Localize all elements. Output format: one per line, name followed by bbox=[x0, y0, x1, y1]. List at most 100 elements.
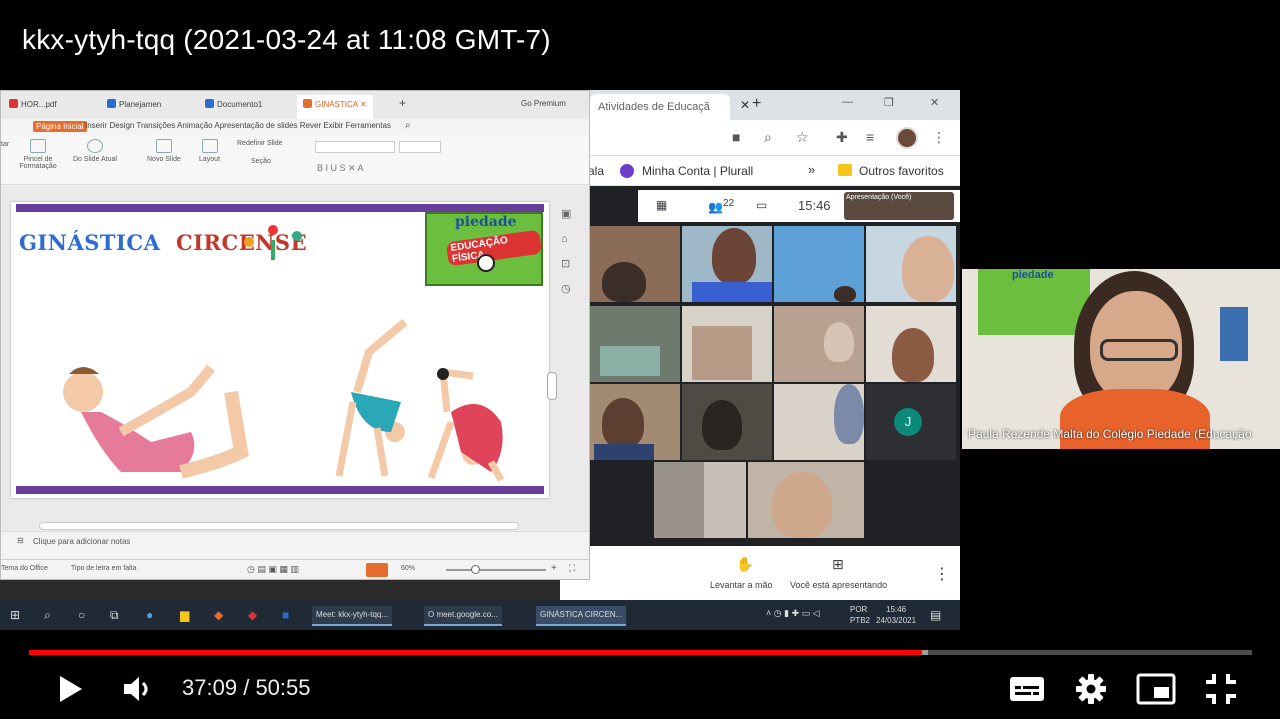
extensions-icon[interactable]: ✚ bbox=[836, 129, 848, 146]
subtitles-icon bbox=[1010, 677, 1044, 701]
tray-icons[interactable]: ˄ ◷ ▮ ✚ ▭ ◁ bbox=[766, 608, 820, 619]
wps-tab-planejamento[interactable]: Planejamen bbox=[107, 99, 161, 109]
format-painter-button[interactable]: Pincel de Formatação bbox=[15, 139, 61, 170]
star-icon[interactable]: ☆ bbox=[796, 129, 809, 146]
subtitles-button[interactable] bbox=[1009, 674, 1045, 704]
search-icon[interactable]: ⌕ bbox=[764, 129, 772, 146]
taskbar-item-wps[interactable]: GINÁSTICA CIRCEN... bbox=[536, 606, 627, 626]
horizontal-scrollbar[interactable] bbox=[39, 522, 519, 530]
bookmark-item[interactable]: Outros favoritos bbox=[859, 164, 944, 178]
windows-start-icon[interactable]: ⊞ bbox=[10, 608, 20, 622]
missing-font-label[interactable]: Tipo de letra em falta bbox=[71, 565, 137, 572]
wps-tab-pdf[interactable]: HOR...pdf bbox=[9, 99, 57, 109]
participant-tile[interactable] bbox=[866, 226, 956, 302]
chat-icon[interactable]: ▭ bbox=[756, 198, 767, 212]
font-name-field[interactable] bbox=[315, 141, 395, 153]
slide-canvas[interactable]: GINÁSTICA CIRCENSE piedade EDUCAÇÃO FÍSI… bbox=[11, 202, 549, 498]
menu-items[interactable]: Inserir Design Transições Animação Apres… bbox=[85, 121, 391, 130]
view-icons[interactable]: ◷ ▤ ▣ ▦ ▥ bbox=[247, 564, 299, 575]
bookmarks-more-icon[interactable]: » bbox=[808, 162, 815, 177]
word-icon[interactable]: ■ bbox=[282, 608, 289, 622]
layout-button[interactable]: Layout bbox=[199, 139, 220, 163]
presenting-label[interactable]: Você está apresentando bbox=[790, 580, 887, 590]
search-icon[interactable]: ⌕ bbox=[44, 608, 51, 623]
pdf-icon[interactable]: ◆ bbox=[248, 608, 257, 622]
progress-bar[interactable] bbox=[29, 650, 1252, 655]
play-button[interactable] bbox=[56, 674, 84, 704]
chrome-tab-meet[interactable]: Atividades de Educaçã bbox=[590, 94, 730, 120]
search-icon[interactable]: ⌕ bbox=[405, 120, 411, 131]
file-explorer-icon[interactable]: ▆ bbox=[180, 608, 189, 622]
wps-tab-ginastica[interactable]: GINÁSTICA ✕ bbox=[297, 95, 373, 119]
participant-tile[interactable] bbox=[774, 306, 864, 382]
go-premium-button[interactable]: Go Premium bbox=[521, 99, 566, 108]
participant-tile[interactable] bbox=[654, 462, 746, 538]
taskbar-clock[interactable]: 15:46 bbox=[886, 605, 906, 614]
input-language[interactable]: POR bbox=[850, 605, 867, 614]
mute-button[interactable] bbox=[122, 674, 154, 704]
participant-tile[interactable]: J bbox=[866, 384, 956, 460]
taskbar-item-meet[interactable]: Meet: kkx-ytyh-tqq... bbox=[312, 606, 393, 626]
more-options-icon[interactable]: ⋮ bbox=[934, 564, 950, 584]
participant-tile[interactable] bbox=[590, 306, 680, 382]
restore-icon[interactable]: ❐ bbox=[884, 96, 894, 109]
zoom-slider[interactable] bbox=[446, 569, 546, 571]
notes-pane[interactable]: ⊟ Clique para adicionar notas bbox=[1, 531, 589, 551]
presentation-thumb[interactable]: Apresentação (Você) bbox=[844, 192, 954, 220]
zoom-level[interactable]: 60% bbox=[401, 565, 415, 572]
from-current-slide-button[interactable]: Do Slide Atual bbox=[73, 139, 117, 163]
wps-icon[interactable]: ◆ bbox=[214, 608, 223, 622]
bookmark-item[interactable]: Minha Conta | Plurall bbox=[642, 164, 753, 178]
participant-tile[interactable] bbox=[774, 226, 864, 302]
section-button[interactable]: Seção bbox=[251, 158, 271, 165]
task-view-icon[interactable]: ⧉ bbox=[110, 608, 119, 623]
wps-tab-documento[interactable]: Documento1 bbox=[205, 99, 262, 109]
miniplayer-button[interactable] bbox=[1136, 672, 1176, 706]
participant-tile[interactable] bbox=[682, 306, 772, 382]
settings-button[interactable] bbox=[1074, 672, 1108, 706]
raise-hand-label[interactable]: Levantar a mão bbox=[710, 580, 773, 590]
close-icon[interactable]: ✕ bbox=[740, 98, 750, 112]
new-tab-plus-icon[interactable]: + bbox=[752, 95, 761, 113]
people-icon[interactable]: 👥22 bbox=[708, 198, 734, 214]
participant-tile[interactable] bbox=[774, 384, 864, 460]
zoom-in-icon[interactable]: + bbox=[551, 563, 557, 574]
current-time: 37:09 bbox=[182, 675, 238, 700]
participant-tile[interactable] bbox=[682, 226, 772, 302]
window-close-icon[interactable]: ✕ bbox=[930, 96, 939, 109]
notification-icon[interactable]: ▤ bbox=[930, 608, 941, 622]
present-screen-icon[interactable]: ⊞ bbox=[832, 556, 844, 573]
participant-tile[interactable] bbox=[748, 462, 864, 538]
notes-placeholder[interactable]: Clique para adicionar notas bbox=[33, 537, 130, 546]
fit-window-icon[interactable]: ⛶ bbox=[569, 563, 575, 574]
reset-slide-button[interactable]: Redefinir Slide bbox=[237, 140, 283, 147]
raise-hand-icon[interactable]: ✋ bbox=[736, 556, 753, 573]
font-size-field[interactable] bbox=[399, 141, 441, 153]
side-tool-icons[interactable]: ▣ ⌂ ⊡ ◷ bbox=[561, 202, 587, 302]
menu-dots-icon[interactable]: ⋮ bbox=[932, 129, 946, 146]
taskbar-item-chrome[interactable]: O meet.google.co... bbox=[424, 606, 502, 626]
tile-layout-icon[interactable]: ▦ bbox=[656, 198, 667, 212]
taskbar-date[interactable]: 24/03/2021 bbox=[876, 616, 916, 625]
participant-tile[interactable] bbox=[682, 384, 772, 460]
profile-avatar[interactable] bbox=[896, 127, 918, 149]
bookmark-item[interactable]: ala bbox=[588, 164, 604, 178]
zoom-slider-knob[interactable] bbox=[471, 565, 480, 574]
participant-tile[interactable] bbox=[590, 226, 680, 302]
text-format-icons[interactable]: B I U S ✕ A bbox=[317, 163, 364, 174]
menu-home[interactable]: Página Inicial bbox=[33, 121, 87, 132]
edge-icon[interactable]: ● bbox=[146, 608, 153, 622]
paste-button[interactable]: tar bbox=[1, 141, 9, 148]
participant-tile[interactable] bbox=[590, 384, 680, 460]
camera-icon[interactable]: ■ bbox=[732, 129, 740, 145]
vertical-scrollbar[interactable] bbox=[547, 372, 557, 400]
exit-fullscreen-button[interactable] bbox=[1204, 672, 1238, 706]
participant-tile[interactable] bbox=[866, 306, 956, 382]
slideshow-play-button[interactable] bbox=[366, 563, 388, 577]
brush-icon bbox=[30, 139, 46, 153]
cortana-icon[interactable]: ○ bbox=[78, 608, 85, 622]
minimize-icon[interactable]: — bbox=[842, 96, 853, 108]
wps-new-tab-icon[interactable]: + bbox=[399, 96, 406, 110]
media-icon[interactable]: ≡ bbox=[866, 129, 874, 145]
new-slide-button[interactable]: Novo Slide bbox=[147, 139, 181, 163]
